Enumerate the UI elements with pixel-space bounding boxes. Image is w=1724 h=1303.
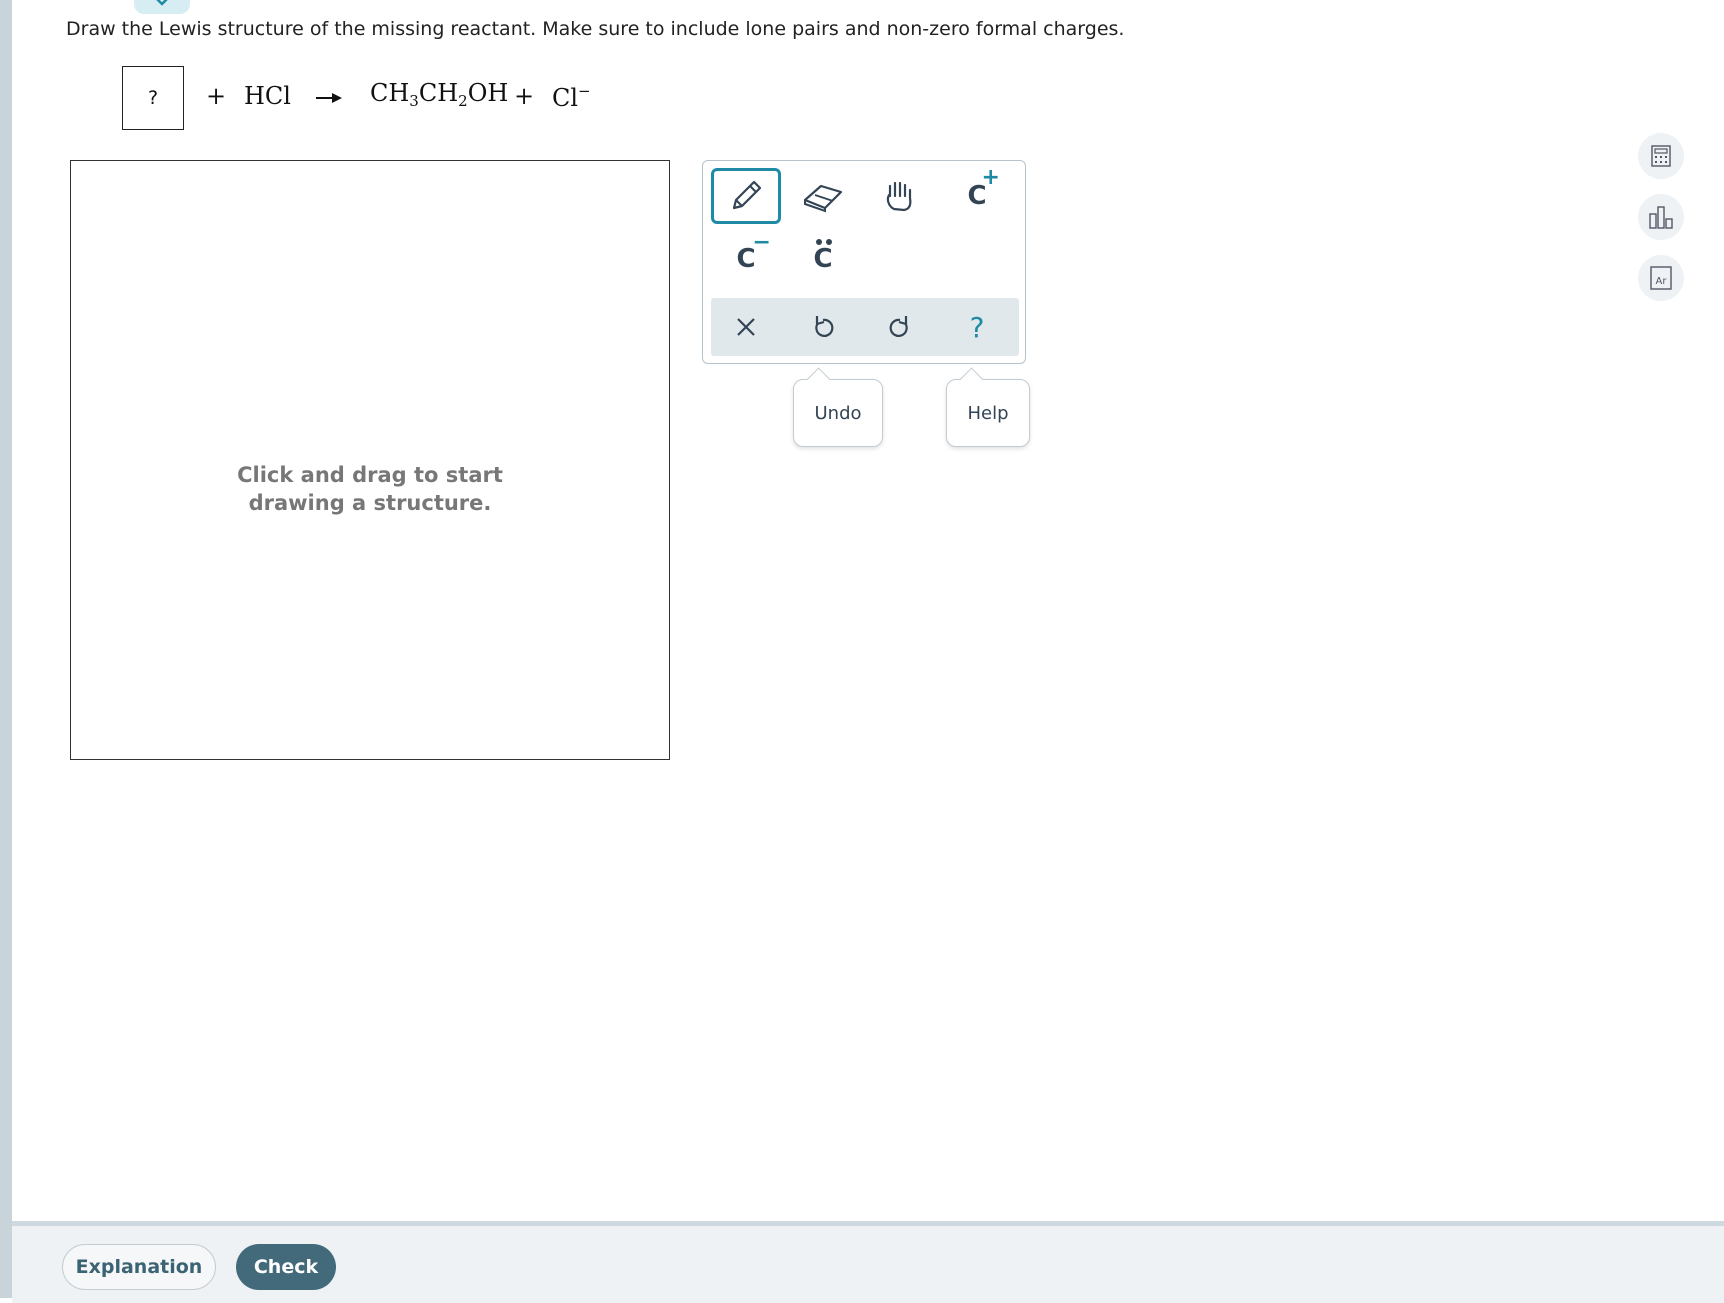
calculator-icon xyxy=(1651,145,1671,167)
hand-icon xyxy=(886,181,912,212)
reactant-hcl: HCl xyxy=(244,82,291,110)
clear-icon xyxy=(737,318,755,336)
negative-charge-icon: C − xyxy=(736,230,771,274)
reaction-arrow-icon xyxy=(316,93,342,103)
bar-chart-icon xyxy=(1649,206,1673,229)
data-button[interactable] xyxy=(1638,194,1684,240)
question-prompt: Draw the Lewis structure of the missing … xyxy=(66,18,1125,40)
pencil-icon xyxy=(732,180,762,210)
periodic-table-icon: Ar xyxy=(1650,266,1672,290)
redo-icon xyxy=(889,316,908,337)
reaction-equation: ? + HCl CH3CH2OH + Cl− xyxy=(122,66,722,130)
missing-reactant-box[interactable]: ? xyxy=(122,66,184,130)
eraser-icon xyxy=(803,184,843,213)
undo-button[interactable] xyxy=(788,299,858,355)
positive-charge-icon: C + xyxy=(967,165,1000,211)
help-button[interactable]: ? xyxy=(942,299,1012,355)
undo-icon xyxy=(815,316,834,337)
product-ethanol: CH3CH2OH xyxy=(370,79,509,110)
help-tooltip-label: Help xyxy=(967,402,1009,424)
explanation-button[interactable]: Explanation xyxy=(62,1244,216,1290)
collapse-tab[interactable] xyxy=(134,0,190,14)
negative-charge-tool[interactable]: C − xyxy=(711,230,781,287)
undo-tooltip-label: Undo xyxy=(814,402,862,424)
help-icon: ? xyxy=(969,310,985,344)
calculator-button[interactable] xyxy=(1638,133,1684,179)
undo-tooltip: Undo xyxy=(793,367,883,447)
chevron-down-icon xyxy=(156,0,168,6)
left-rail xyxy=(0,0,12,1298)
action-row: ? xyxy=(711,298,1019,356)
redo-button[interactable] xyxy=(865,299,935,355)
help-tooltip: Help xyxy=(946,367,1030,447)
pencil-tool[interactable] xyxy=(711,168,781,224)
lone-pair-icon: C xyxy=(813,239,833,274)
positive-charge-tool[interactable]: C + xyxy=(942,165,1012,224)
clear-button[interactable] xyxy=(711,299,781,355)
periodic-symbol: Ar xyxy=(1656,276,1668,287)
plus-sign-2: + xyxy=(514,82,535,110)
drawing-toolbar: C + C − C ? xyxy=(702,160,1026,364)
plus-sign: + xyxy=(206,82,227,110)
drawing-canvas[interactable]: Click and drag to start drawing a struct… xyxy=(70,160,670,760)
product-chloride: Cl− xyxy=(552,82,591,112)
hand-tool[interactable] xyxy=(865,168,935,224)
eraser-tool[interactable] xyxy=(788,168,858,224)
unknown-mark: ? xyxy=(147,87,159,109)
footer-bar: Explanation Check xyxy=(12,1221,1724,1303)
periodic-table-button[interactable]: Ar xyxy=(1638,255,1684,301)
check-button[interactable]: Check xyxy=(236,1244,336,1290)
lone-pair-tool[interactable]: C xyxy=(788,231,858,287)
canvas-hint: Click and drag to start drawing a struct… xyxy=(237,463,503,515)
